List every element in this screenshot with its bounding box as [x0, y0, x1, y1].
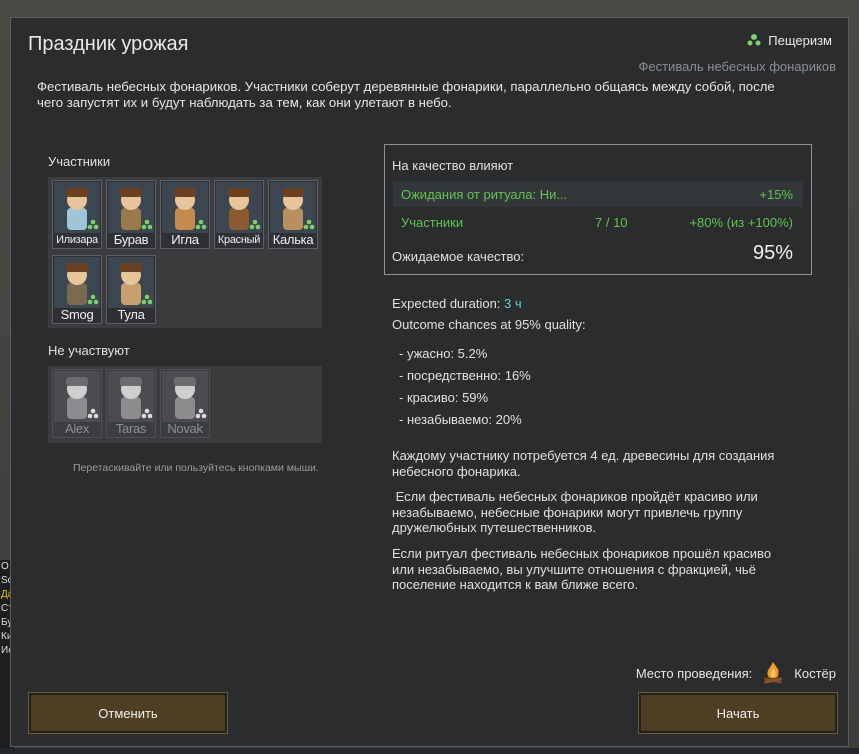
pawn-portrait: [270, 182, 316, 233]
pawn-name: Alex: [64, 421, 90, 436]
participant-pawn[interactable]: Smog: [52, 255, 102, 324]
expected-duration: Expected duration: 3 ч: [392, 296, 522, 311]
pawn-portrait: [216, 182, 262, 233]
duration-label: Expected duration:: [392, 296, 501, 311]
ritual-description: Фестиваль небесных фонариков. Участники …: [37, 79, 775, 110]
ideology-icon: [141, 294, 153, 305]
expected-quality-label: Ожидаемое качество:: [392, 249, 525, 264]
participant-pawn[interactable]: Калька: [268, 180, 318, 249]
cancel-button[interactable]: Отменить: [28, 692, 228, 734]
quality-row-label: Участники: [401, 215, 464, 230]
quality-row[interactable]: Участники 7 / 10 +80% (из +100%): [393, 209, 803, 235]
pawn-portrait: [54, 182, 100, 233]
note-paragraph: Если фестиваль небесных фонариков пройдё…: [392, 489, 762, 535]
pawn-portrait: [54, 371, 100, 422]
expected-quality-value: 95%: [752, 242, 793, 264]
participant-pawn[interactable]: Бурав: [106, 180, 156, 249]
campfire-icon: [764, 662, 783, 684]
participants-panel: Илизара Бурав Игла Красный Калька Smog Тула: [48, 177, 322, 328]
quality-row-count: 7 / 10: [595, 215, 628, 230]
pawn-name: Илизара: [56, 234, 98, 246]
pawn-name: Novak: [167, 421, 203, 436]
ideology-button[interactable]: Пещеризм: [746, 32, 832, 48]
pawn-portrait: [162, 371, 208, 422]
background-bottom-bar: [0, 748, 859, 754]
outcome-label: Outcome chances at 95% quality:: [392, 317, 586, 332]
quality-row-value: +15%: [759, 187, 793, 202]
quality-row-label: Ожидания от ритуала: Ни...: [401, 187, 568, 202]
pawn-portrait: [162, 182, 208, 233]
dialog-title: Праздник урожая: [28, 33, 189, 55]
ideology-icon: [303, 219, 315, 230]
participants-label: Участники: [48, 154, 111, 169]
ritual-name: Фестиваль небесных фонариков: [638, 59, 836, 74]
ideology-icon: [195, 219, 207, 230]
non-participant-pawn[interactable]: Novak: [160, 369, 210, 438]
outcome-chance: - ужасно: 5.2%: [399, 346, 488, 361]
pawn-name: Калька: [272, 232, 314, 247]
non-participant-pawn[interactable]: Taras: [106, 369, 156, 438]
ideology-label: Пещеризм: [768, 32, 832, 48]
non-participants-panel: Alex Taras Novak: [48, 366, 322, 443]
ideology-icon: [195, 408, 207, 419]
note-paragraph: Если ритуал фестиваль небесных фонариков…: [392, 546, 772, 592]
pawn-name: Бурав: [113, 232, 149, 247]
pawn-name: Smog: [60, 307, 94, 322]
pawn-portrait: [108, 371, 154, 422]
pawn-name: Игла: [171, 232, 199, 247]
quality-row-value: +80% (из +100%): [689, 215, 793, 230]
ideology-icon: [141, 219, 153, 230]
duration-value: 3 ч: [504, 296, 522, 311]
venue[interactable]: Место проведения: Костёр: [636, 660, 836, 686]
outcome-chance: - посредственно: 16%: [399, 368, 531, 383]
pawn-portrait: [108, 182, 154, 233]
participant-pawn[interactable]: Красный: [214, 180, 264, 249]
participant-pawn[interactable]: Игла: [160, 180, 210, 249]
ideology-icon: [249, 219, 261, 230]
ideology-icon: [87, 219, 99, 230]
pawn-portrait: [108, 257, 154, 308]
ideology-icon: [87, 294, 99, 305]
ideology-icon: [87, 408, 99, 419]
pawn-name: Тула: [117, 307, 145, 322]
outcome-chance: - незабываемо: 20%: [399, 412, 522, 427]
ideology-icon: [747, 34, 761, 46]
pawn-portrait: [54, 257, 100, 308]
ritual-dialog: Праздник урожая Пещеризм Фестиваль небес…: [10, 17, 849, 747]
participant-pawn[interactable]: Тула: [106, 255, 156, 324]
quality-row[interactable]: Ожидания от ритуала: Ни... +15%: [393, 181, 803, 207]
ideology-icon: [141, 408, 153, 419]
participant-pawn[interactable]: Илизара: [52, 180, 102, 249]
outcome-chance: - красиво: 59%: [399, 390, 489, 405]
pawn-name: Красный: [217, 234, 261, 246]
venue-label: Место проведения:: [635, 665, 753, 681]
venue-value: Костёр: [794, 665, 836, 681]
non-participants-label: Не участвуют: [48, 343, 130, 358]
note-paragraph: Каждому участнику потребуется 4 ед. древ…: [392, 448, 775, 479]
drag-hint: Перетаскивайте или пользуйтесь кнопками …: [73, 462, 319, 474]
quality-header: На качество влияют: [392, 158, 514, 173]
pawn-name: Taras: [115, 421, 147, 436]
quality-box: На качество влияют Ожидания от ритуала: …: [384, 144, 812, 275]
non-participant-pawn[interactable]: Alex: [52, 369, 102, 438]
start-button[interactable]: Начать: [638, 692, 838, 734]
